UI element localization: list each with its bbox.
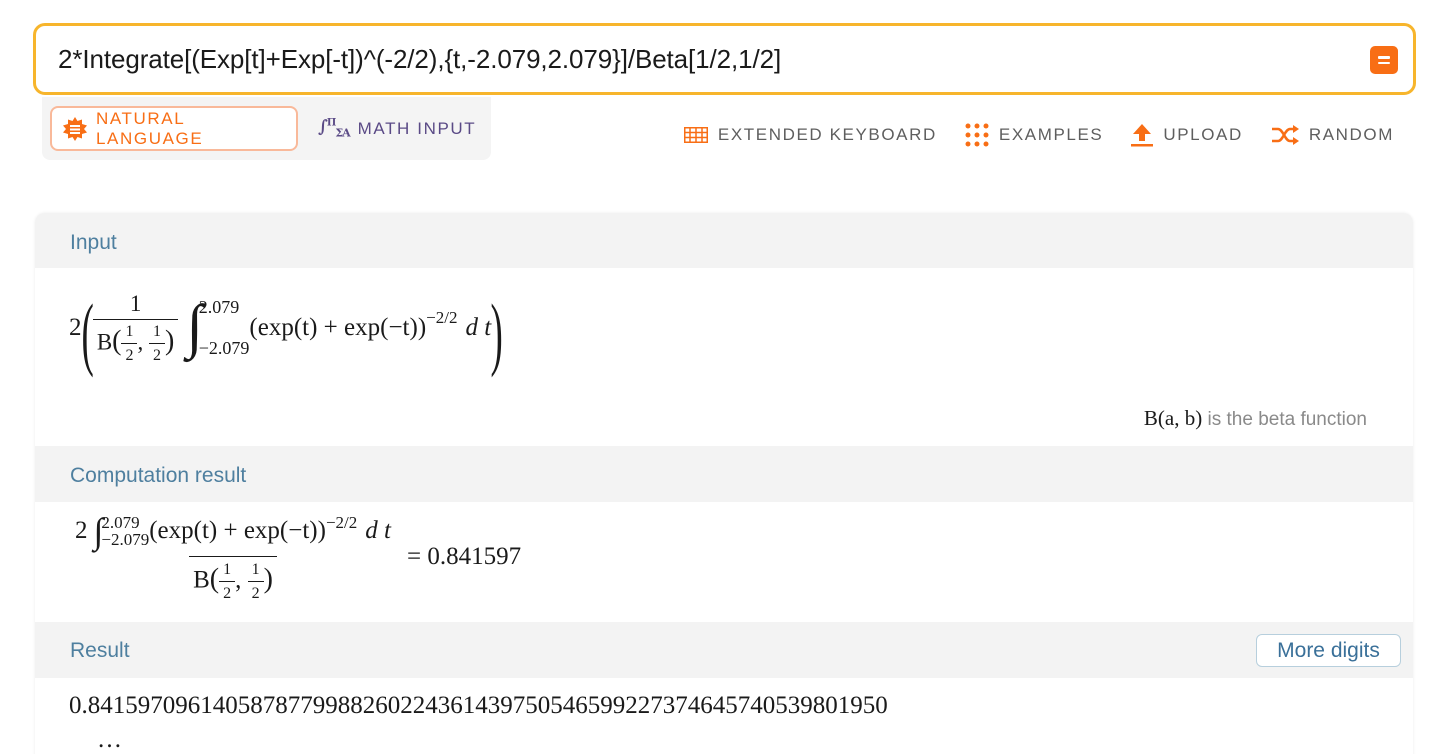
equals-icon[interactable]	[1370, 46, 1398, 74]
computation-upper: 2.079	[101, 513, 140, 532]
random-button[interactable]: RANDOM	[1271, 122, 1394, 148]
lower-limit: −2.079	[198, 338, 250, 358]
extended-keyboard-label: EXTENDED KEYBOARD	[717, 125, 937, 144]
computation-integrand: (exp(t) + exp(−t))	[149, 517, 326, 544]
half-num-a: 1	[125, 323, 134, 340]
computation-exponent: −2/2	[325, 513, 358, 532]
c-half-den-a: 2	[219, 581, 236, 603]
upload-label: UPLOAD	[1163, 125, 1243, 144]
search-input[interactable]: 2*Integrate[(Exp[t]+Exp[-t])^(-2/2),{t,-…	[58, 44, 781, 75]
computation-pod-body: 2 ∫ 2.079 −2.079 (exp(t) + exp(−t)) −2/2…	[35, 502, 1413, 622]
upload-icon	[1131, 122, 1154, 148]
computation-numerator: 2 ∫ 2.079 −2.079 (exp(t) + exp(−t)) −2/2…	[71, 510, 395, 556]
integrand: (exp(t) + exp(−t))	[249, 314, 427, 341]
c-half-num-b: 1	[251, 561, 260, 578]
computation-denominator: B(1 2, 1 2)	[189, 556, 277, 603]
result-pod-title: Result	[70, 638, 130, 662]
beta-note-text: is the beta function	[1202, 409, 1367, 430]
natural-language-icon	[62, 116, 88, 142]
examples-label: EXAMPLES	[998, 125, 1104, 144]
left-paren: (	[81, 287, 94, 378]
result-pod-body: 0.84159709614058787799882602243614397505…	[35, 678, 1413, 754]
computation-value: = 0.841597	[406, 542, 522, 570]
c-half-num-a: 1	[223, 561, 232, 578]
computation-beta: B	[193, 566, 210, 594]
computation-differential: d t	[365, 517, 391, 544]
math-input-label: MATH INPUT	[357, 118, 477, 138]
extended-keyboard-button[interactable]: EXTENDED KEYBOARD	[683, 122, 937, 148]
input-mode-toggle: NATURAL LANGUAGE ∫πΣα MATH INPUT	[42, 97, 491, 160]
math-input-icon: ∫πΣα	[318, 117, 351, 140]
computation-coef: 2	[75, 517, 88, 544]
input-formula: 2 ( 1 B(1 2, 1 2) ∫ 2.079 −2.079 (exp(t) +…	[69, 283, 503, 378]
beta-note-symbol: B(a, b)	[1143, 406, 1203, 430]
computation-lower: −2.079	[101, 530, 150, 549]
more-digits-button[interactable]: More digits	[1256, 634, 1401, 667]
right-paren: )	[490, 287, 503, 378]
toolbar: EXTENDED KEYBOARD EXAMPLES UPLOAD RANDOM	[656, 122, 1394, 148]
half-den-b: 2	[148, 343, 165, 365]
keyboard-icon	[683, 127, 708, 143]
computation-formula: 2 ∫ 2.079 −2.079 (exp(t) + exp(−t)) −2/2…	[71, 510, 521, 603]
input-pod-body: 2 ( 1 B(1 2, 1 2) ∫ 2.079 −2.079 (exp(t) +…	[35, 268, 1413, 446]
grid-dots-icon	[965, 123, 989, 147]
half-num-b: 1	[152, 323, 161, 340]
c-half-den-b: 2	[247, 581, 264, 603]
result-ellipsis: …	[97, 726, 122, 753]
half-den-a: 2	[121, 343, 138, 365]
beta-function-note: B(a, b) is the beta function	[1144, 406, 1367, 431]
beta-symbol: B	[96, 329, 113, 355]
input-coef: 2	[69, 314, 82, 341]
random-label: RANDOM	[1308, 125, 1394, 144]
upload-button[interactable]: UPLOAD	[1131, 122, 1243, 148]
natural-language-label: NATURAL LANGUAGE	[96, 108, 204, 148]
search-bar[interactable]: 2*Integrate[(Exp[t]+Exp[-t])^(-2/2),{t,-…	[33, 23, 1416, 95]
computation-pod-title: Computation result	[70, 463, 247, 487]
differential: d t	[465, 314, 492, 341]
fraction-denominator: B(1 2, 1 2)	[92, 319, 179, 365]
exponent: −2/2	[426, 308, 458, 327]
upper-limit: 2.079	[198, 297, 240, 317]
shuffle-icon	[1271, 125, 1299, 145]
math-input-button[interactable]: ∫πΣα MATH INPUT	[318, 106, 476, 151]
computation-limits: 2.079 −2.079	[101, 514, 149, 548]
input-fraction: 1 B(1 2, 1 2)	[92, 291, 179, 365]
input-pod-title: Input	[70, 230, 117, 254]
examples-button[interactable]: EXAMPLES	[965, 122, 1103, 148]
natural-language-button[interactable]: NATURAL LANGUAGE	[50, 106, 298, 151]
result-value: 0.84159709614058787799882602243614397505…	[69, 692, 888, 719]
integral-limits: 2.079 −2.079	[199, 297, 250, 359]
computation-fraction: 2 ∫ 2.079 −2.079 (exp(t) + exp(−t)) −2/2…	[71, 510, 395, 603]
fraction-numerator: 1	[129, 291, 142, 316]
